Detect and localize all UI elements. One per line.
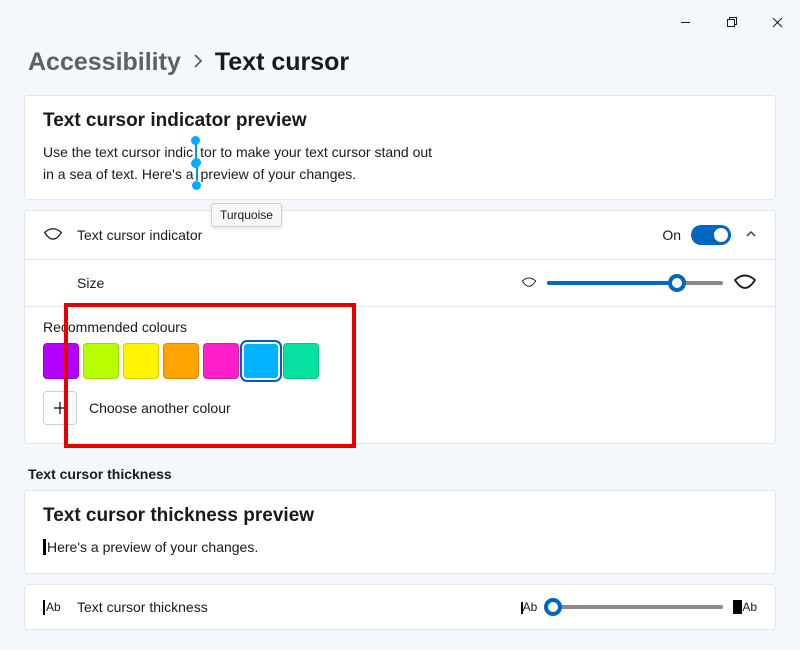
thickness-settings-card: Ab Text cursor thickness Ab Ab <box>24 584 776 630</box>
size-small-icon <box>521 277 537 289</box>
colour-swatch-turquoise[interactable] <box>243 343 279 379</box>
indicator-preview-title: Text cursor indicator preview <box>43 110 757 132</box>
colour-tooltip: Turquoise <box>211 203 282 227</box>
thickness-icon: Ab <box>43 600 77 615</box>
thickness-preview-card: Text cursor thickness preview Here's a p… <box>24 490 776 574</box>
thickness-slider[interactable] <box>547 605 723 609</box>
size-large-icon <box>733 274 757 292</box>
preview-line2b: preview of your changes. <box>201 166 357 182</box>
indicator-state: On <box>662 227 681 243</box>
minimize-button[interactable] <box>662 8 708 36</box>
cursor-indicator-icon <box>194 164 201 182</box>
colour-swatch-aqua[interactable] <box>283 343 319 379</box>
thickness-caret-icon <box>43 539 46 555</box>
preview-line2a: in a sea of text. Here's a <box>43 166 194 182</box>
size-label: Size <box>77 275 104 291</box>
breadcrumb-parent[interactable]: Accessibility <box>28 48 181 77</box>
preview-line1b: tor to make your text cursor stand out <box>200 144 432 160</box>
preview-line1a: Use the text cursor indic <box>43 144 193 160</box>
colour-swatch-magenta[interactable] <box>203 343 239 379</box>
colour-swatch-lime[interactable] <box>83 343 119 379</box>
window-controls <box>662 8 800 36</box>
indicator-icon <box>43 227 77 243</box>
thickness-label: Text cursor thickness <box>77 599 208 615</box>
size-row: Size <box>25 259 775 306</box>
thickness-small-icon: Ab <box>521 600 538 614</box>
add-colour-button[interactable] <box>43 391 77 425</box>
breadcrumb-current: Text cursor <box>215 48 349 77</box>
recommended-colours-block: Recommended colours Choose another colou… <box>25 306 775 443</box>
colour-swatch-yellow[interactable] <box>123 343 159 379</box>
chevron-right-icon <box>193 52 203 73</box>
thickness-section-heading: Text cursor thickness <box>0 454 800 490</box>
colour-swatch-orange[interactable] <box>163 343 199 379</box>
thickness-preview-title: Text cursor thickness preview <box>43 505 757 527</box>
restore-button[interactable] <box>708 8 754 36</box>
size-slider[interactable] <box>547 281 723 285</box>
colour-swatches <box>43 343 757 379</box>
close-button[interactable] <box>754 8 800 36</box>
colour-swatch-purple[interactable] <box>43 343 79 379</box>
thickness-preview-text: Here's a preview of your changes. <box>43 537 757 559</box>
indicator-settings-card: Text cursor indicator On Size Recommende… <box>24 210 776 444</box>
recommended-colours-label: Recommended colours <box>43 319 757 335</box>
indicator-toggle[interactable] <box>691 225 731 245</box>
indicator-preview-card: Text cursor indicator preview Use the te… <box>24 95 776 200</box>
chevron-up-icon[interactable] <box>745 228 757 243</box>
thickness-preview-line: Here's a preview of your changes. <box>47 539 258 555</box>
choose-colour-label[interactable]: Choose another colour <box>89 400 231 416</box>
indicator-label: Text cursor indicator <box>77 227 202 243</box>
thickness-row: Ab Text cursor thickness Ab Ab <box>25 585 775 629</box>
indicator-toggle-row[interactable]: Text cursor indicator On <box>25 211 775 259</box>
thickness-large-icon: Ab <box>733 600 757 614</box>
indicator-preview-text: Use the text cursor indic tor to make you… <box>43 142 757 185</box>
